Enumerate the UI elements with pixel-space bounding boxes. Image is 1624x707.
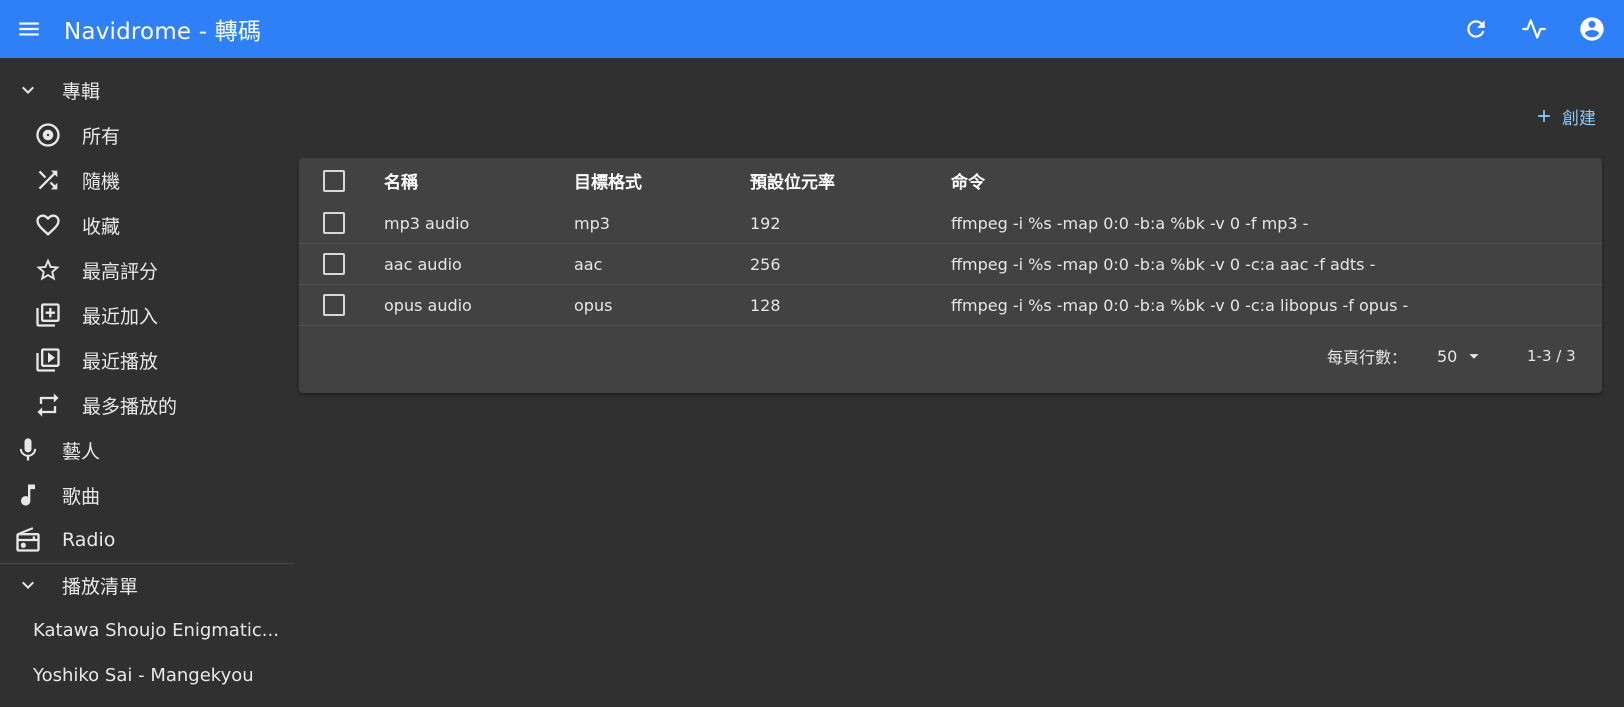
row-checkbox[interactable] xyxy=(321,244,347,284)
sidebar-item-recently-played[interactable]: 最近播放 xyxy=(0,338,293,382)
cell-command: ffmpeg -i %s -map 0:0 -b:a %bk -v 0 -f m… xyxy=(951,213,1309,233)
sidebar-item-label: Radio xyxy=(62,529,116,551)
table-header-row: 名稱 目標格式 預設位元率 命令 xyxy=(299,158,1602,203)
row-checkbox[interactable] xyxy=(321,203,347,243)
chevron-down-icon xyxy=(14,76,42,104)
sidebar-item-label: 最高評分 xyxy=(82,260,159,283)
table-row[interactable]: mp3 audio mp3 192 ffmpeg -i %s -map 0:0 … xyxy=(299,203,1602,244)
account-circle-icon[interactable] xyxy=(1574,11,1610,47)
plus-icon xyxy=(1534,106,1554,126)
table-row[interactable]: aac audio aac 256 ffmpeg -i %s -map 0:0 … xyxy=(299,244,1602,285)
sidebar-item-songs[interactable]: 歌曲 xyxy=(0,473,293,517)
cell-name: aac audio xyxy=(384,254,462,274)
cell-bitrate: 256 xyxy=(750,254,781,274)
video-library-icon xyxy=(34,346,62,374)
cell-name: mp3 audio xyxy=(384,213,470,233)
cell-name: opus audio xyxy=(384,295,472,315)
heart-icon xyxy=(34,211,62,239)
sidebar-item-label: 收藏 xyxy=(82,215,121,238)
create-button[interactable]: 創建 xyxy=(1534,102,1596,130)
microphone-icon xyxy=(14,436,42,464)
refresh-icon[interactable] xyxy=(1458,11,1494,47)
sidebar-playlist-item[interactable]: Yoshiko Sai - Mangekyou xyxy=(0,653,293,697)
sidebar-item-random[interactable]: 隨機 xyxy=(0,158,293,202)
rows-per-page-value: 50 xyxy=(1437,346,1458,366)
row-checkbox[interactable] xyxy=(321,285,347,325)
column-header-format[interactable]: 目標格式 xyxy=(574,158,642,203)
pagination: 每頁行數： 50 1-3 / 3 xyxy=(299,325,1602,393)
playlist-label: Katawa Shoujo Enigmatic... xyxy=(33,619,279,641)
activity-icon[interactable] xyxy=(1516,11,1552,47)
sidebar-section-playlists[interactable]: 播放清單 xyxy=(0,563,293,607)
column-header-name[interactable]: 名稱 xyxy=(384,158,418,203)
cell-format: mp3 xyxy=(574,213,610,233)
app-bar: Navidrome - 轉碼 xyxy=(0,0,1624,58)
sidebar-item-label: 隨機 xyxy=(82,170,121,193)
caret-down-icon xyxy=(1463,345,1485,367)
select-all-checkbox[interactable] xyxy=(321,158,347,203)
sidebar-item-all-albums[interactable]: 所有 xyxy=(0,113,293,157)
playlist-label: Yoshiko Sai - Mangekyou xyxy=(33,664,254,686)
shuffle-icon xyxy=(34,166,62,194)
cell-format: opus xyxy=(574,295,613,315)
sidebar-item-label: 所有 xyxy=(82,125,121,148)
transcoding-table: 名稱 目標格式 預設位元率 命令 mp3 audio mp3 192 ffmpe… xyxy=(299,158,1602,393)
rows-per-page-select[interactable]: 50 xyxy=(1437,325,1485,387)
sidebar-item-top-rated[interactable]: 最高評分 xyxy=(0,248,293,292)
chevron-down-icon xyxy=(14,571,42,599)
menu-icon[interactable] xyxy=(14,14,44,44)
sidebar-section-albums[interactable]: 專輯 xyxy=(0,68,293,112)
cell-bitrate: 192 xyxy=(750,213,781,233)
sidebar-item-most-played[interactable]: 最多播放的 xyxy=(0,383,293,427)
cell-bitrate: 128 xyxy=(750,295,781,315)
sidebar-item-label: 最近加入 xyxy=(82,305,159,328)
table-row[interactable]: opus audio opus 128 ffmpeg -i %s -map 0:… xyxy=(299,285,1602,326)
sidebar-item-label: 歌曲 xyxy=(62,485,101,508)
app-bar-actions xyxy=(1436,0,1610,58)
column-header-command[interactable]: 命令 xyxy=(951,158,985,203)
column-header-bitrate[interactable]: 預設位元率 xyxy=(750,158,835,203)
library-add-icon xyxy=(34,301,62,329)
album-icon xyxy=(34,121,62,149)
create-button-label: 創建 xyxy=(1562,108,1596,129)
sidebar-section-label: 播放清單 xyxy=(62,575,139,598)
sidebar: 專輯 所有 隨機 收藏 最高評分 最近加入 最近播放 最多播放的 藝人 歌曲 R… xyxy=(0,58,293,707)
music-note-icon xyxy=(14,481,42,509)
pagination-range: 1-3 / 3 xyxy=(1527,347,1576,365)
cell-format: aac xyxy=(574,254,603,274)
rows-per-page-label: 每頁行數： xyxy=(1327,348,1408,367)
sidebar-item-favourites[interactable]: 收藏 xyxy=(0,203,293,247)
cell-command: ffmpeg -i %s -map 0:0 -b:a %bk -v 0 -c:a… xyxy=(951,295,1409,315)
radio-icon xyxy=(14,526,42,554)
sidebar-item-artists[interactable]: 藝人 xyxy=(0,428,293,472)
sidebar-item-radio[interactable]: Radio xyxy=(0,518,293,562)
cell-command: ffmpeg -i %s -map 0:0 -b:a %bk -v 0 -c:a… xyxy=(951,254,1376,274)
repeat-icon xyxy=(34,391,62,419)
sidebar-section-label: 專輯 xyxy=(62,80,101,103)
sidebar-item-recently-added[interactable]: 最近加入 xyxy=(0,293,293,337)
star-icon xyxy=(34,256,62,284)
page-title: Navidrome - 轉碼 xyxy=(64,19,262,45)
sidebar-item-label: 藝人 xyxy=(62,440,101,463)
sidebar-item-label: 最近播放 xyxy=(82,350,159,373)
sidebar-item-label: 最多播放的 xyxy=(82,395,178,418)
sidebar-playlist-item[interactable]: Katawa Shoujo Enigmatic... xyxy=(0,608,293,652)
